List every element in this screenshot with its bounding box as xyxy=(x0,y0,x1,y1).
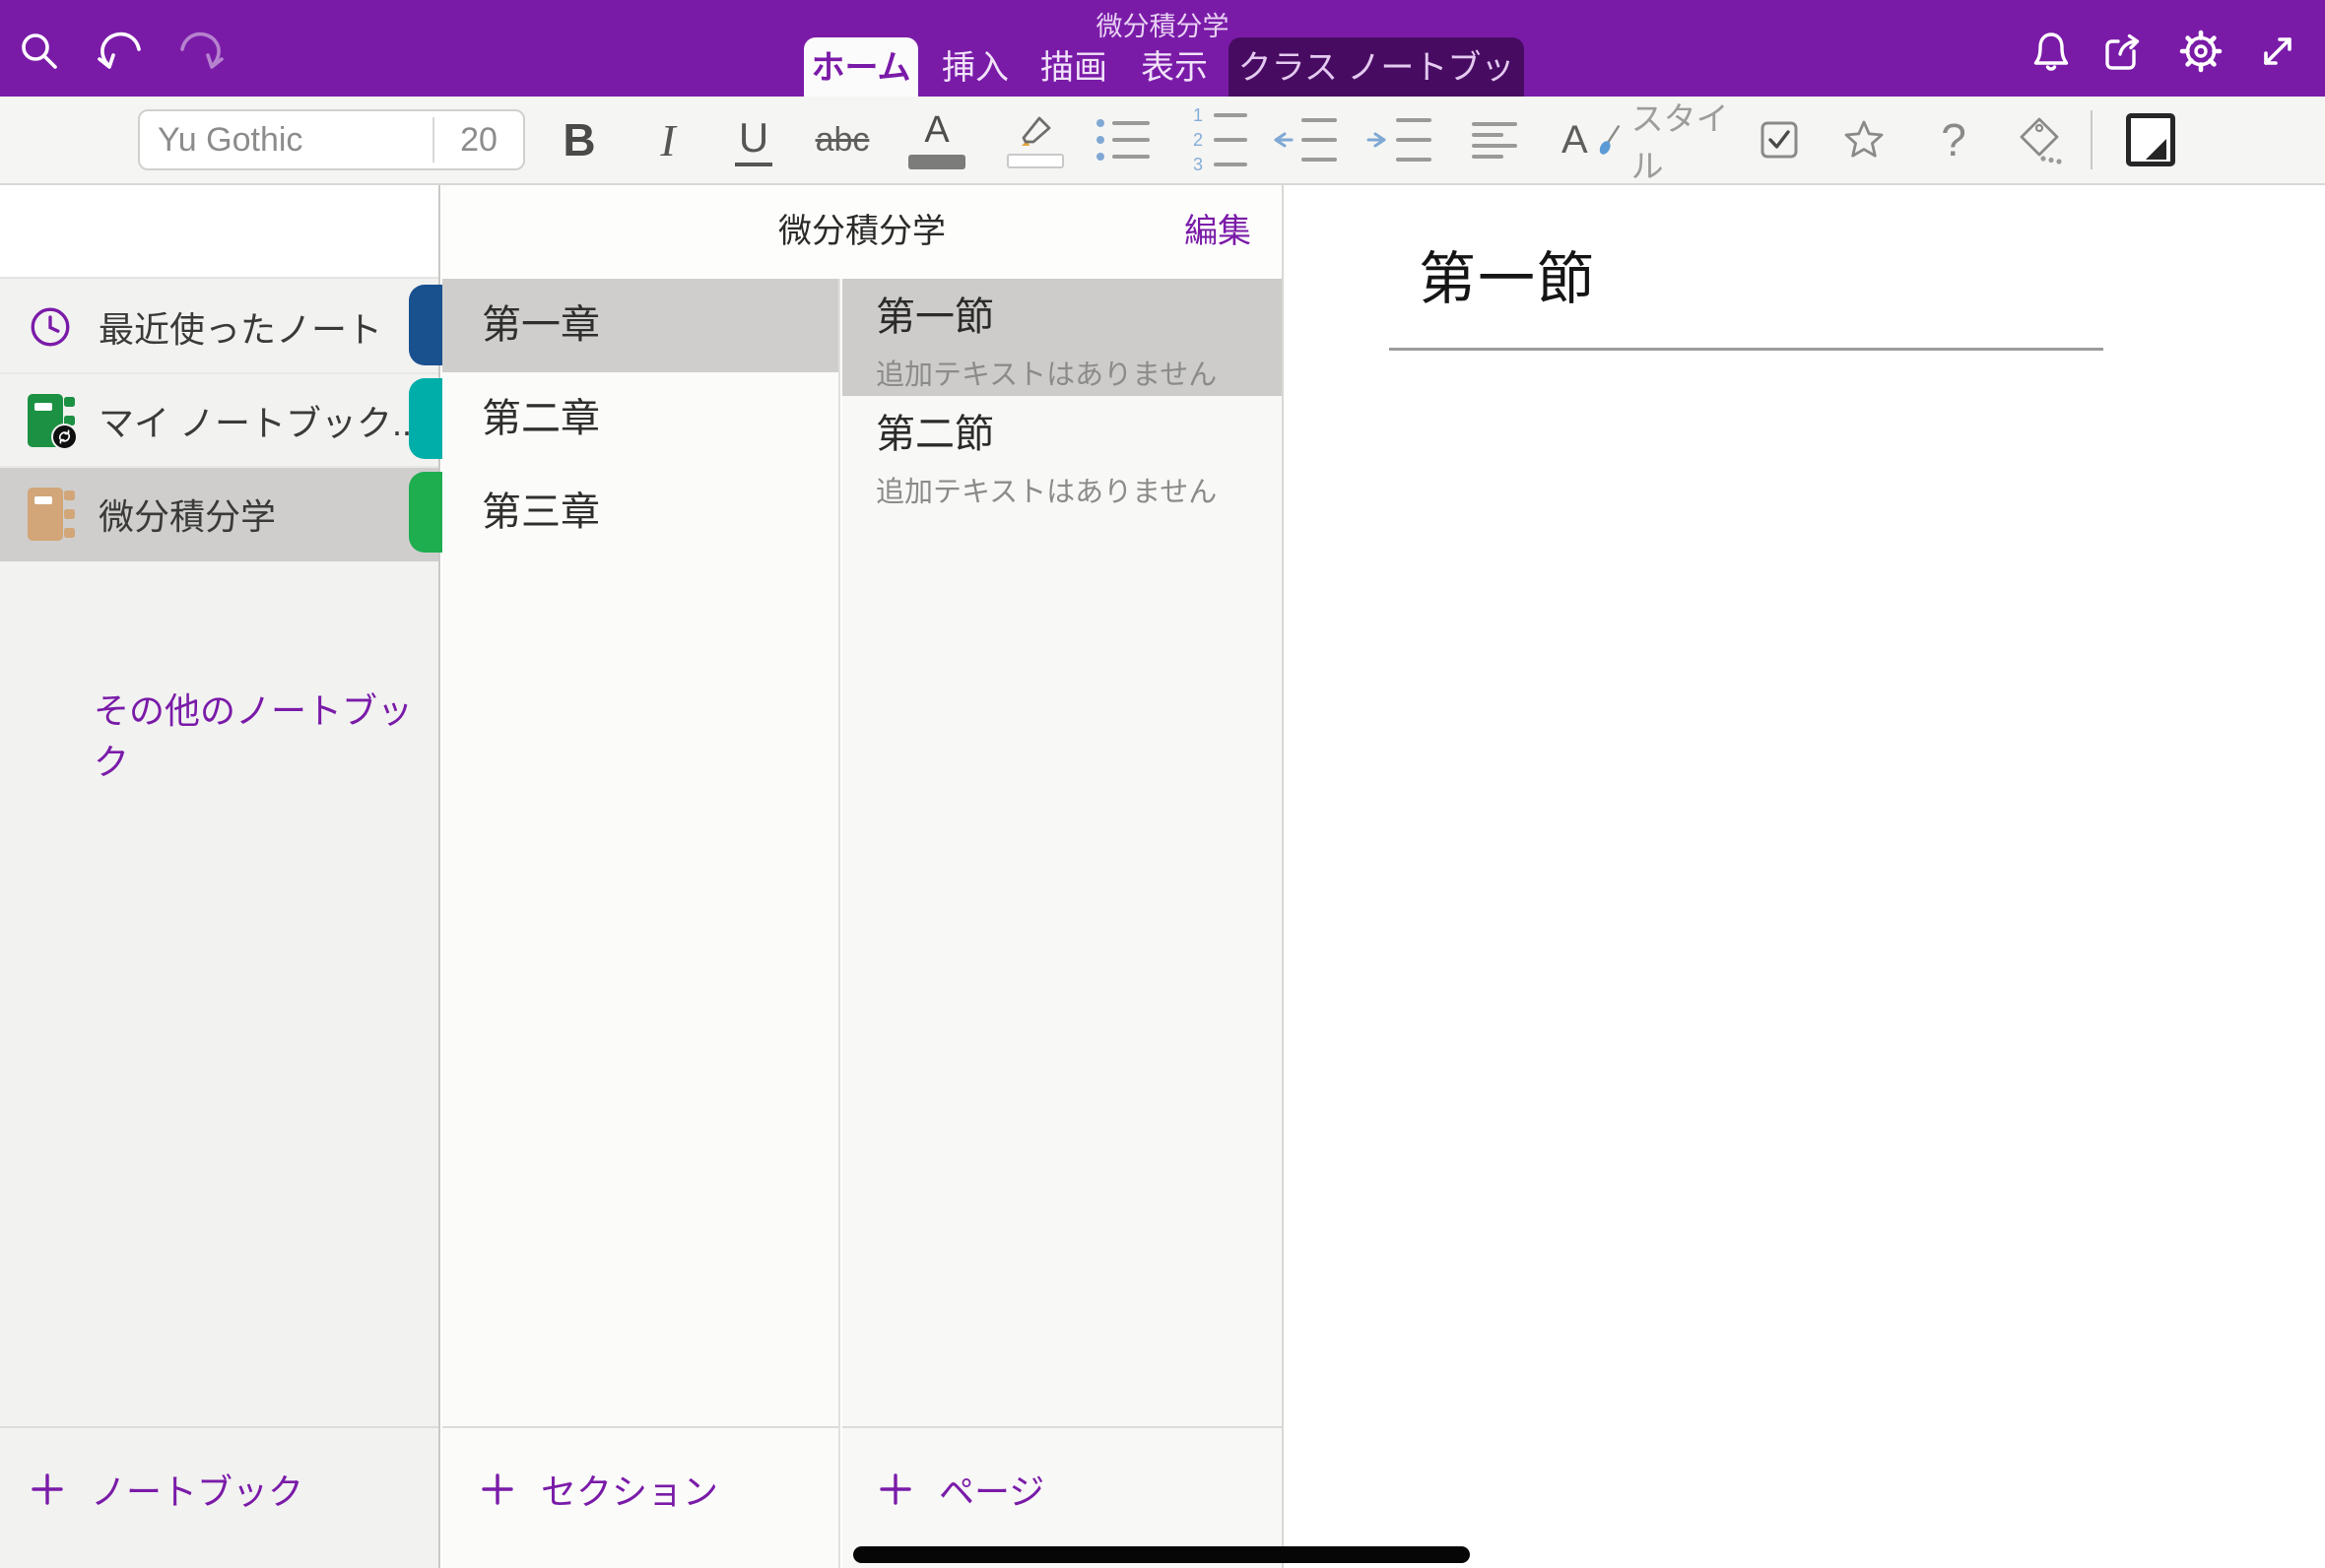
add-page-button[interactable]: ページ xyxy=(878,1464,1044,1515)
page-subtitle: 追加テキストはありません xyxy=(876,352,1282,393)
plus-icon xyxy=(30,1471,65,1507)
format-toolbar: Yu Gothic 20 B I U abc A xyxy=(0,97,2325,185)
question-tag-icon[interactable]: ? xyxy=(1926,97,1981,183)
plus-icon xyxy=(878,1471,913,1507)
section-row-chapter-2[interactable]: 第二章 xyxy=(442,372,838,466)
todo-tag-icon[interactable] xyxy=(1752,97,1807,183)
onenote-app-window: 微分積分学 ホーム 挿入 描画 表示 クラス ノ xyxy=(0,0,2325,1568)
notebook-icon xyxy=(28,394,75,447)
tab-view[interactable]: 表示 xyxy=(1130,37,1219,97)
share-icon[interactable] xyxy=(2096,26,2148,77)
home-indicator-bar[interactable] xyxy=(853,1546,1470,1563)
notebook-panel-title: 微分積分学 xyxy=(442,185,1282,279)
sidebar-item-recent-notes[interactable]: 最近使ったノート xyxy=(0,281,438,374)
content-area: 最近使ったノート xyxy=(0,185,2325,1568)
hide-panels-icon[interactable] xyxy=(2120,97,2181,183)
highlighter-button[interactable] xyxy=(1003,97,1068,183)
sidebar-item-my-notebook[interactable]: マイ ノートブック... xyxy=(0,374,438,468)
tab-insert[interactable]: 挿入 xyxy=(931,37,1020,97)
sidebar-item-label: 微分積分学 xyxy=(99,489,276,540)
important-tag-icon[interactable] xyxy=(1836,97,1892,183)
alignment-icon[interactable] xyxy=(1463,97,1526,183)
notifications-icon[interactable] xyxy=(2026,26,2077,77)
font-color-swatch xyxy=(908,155,965,169)
page-editor-title[interactable]: 第一節 xyxy=(1419,232,1596,315)
page-title: 第一節 xyxy=(876,294,1282,340)
tab-draw[interactable]: 描画 xyxy=(1030,37,1118,97)
numbered-list-icon[interactable]: 1 2 3 xyxy=(1187,97,1250,183)
notebook-icon xyxy=(28,488,75,541)
add-section-label: セクション xyxy=(541,1464,718,1515)
section-row-chapter-1[interactable]: 第一章 xyxy=(442,279,838,372)
tab-home[interactable]: ホーム xyxy=(804,37,918,97)
pages-list: 第一節 追加テキストはありません 第二節 追加テキストはありません ページ xyxy=(842,279,1284,1568)
outdent-icon[interactable] xyxy=(1273,97,1336,183)
sections-list: 第一章 第二章 第三章 セクション xyxy=(442,279,840,1568)
add-notebook-button[interactable]: ノートブック xyxy=(30,1464,303,1515)
page-editor-canvas[interactable]: 第一節 xyxy=(1286,185,2325,1568)
edit-button[interactable]: 編集 xyxy=(1184,185,1251,279)
tab-class-notebook[interactable]: クラス ノートブック xyxy=(1229,37,1524,97)
add-section-button[interactable]: セクション xyxy=(480,1464,718,1515)
page-row-section-2[interactable]: 第二節 追加テキストはありません xyxy=(842,396,1282,513)
section-row-chapter-3[interactable]: 第三章 xyxy=(442,466,838,559)
plus-icon xyxy=(480,1471,515,1507)
page-subtitle: 追加テキストはありません xyxy=(876,469,1282,510)
sidebar-item-calculus-notebook[interactable]: 微分積分学 xyxy=(0,468,438,561)
sidebar-item-label: マイ ノートブック... xyxy=(99,395,422,446)
font-picker[interactable]: Yu Gothic 20 xyxy=(138,109,525,170)
font-name-value[interactable]: Yu Gothic xyxy=(140,111,432,168)
more-tags-icon[interactable] xyxy=(2010,97,2071,183)
add-notebook-label: ノートブック xyxy=(91,1464,303,1515)
settings-icon[interactable] xyxy=(2175,26,2226,77)
notebooks-header xyxy=(0,185,438,279)
page-title: 第二節 xyxy=(876,412,1282,457)
add-page-label: ページ xyxy=(939,1464,1044,1515)
italic-button[interactable]: I xyxy=(640,97,696,183)
notebooks-footer: ノートブック xyxy=(0,1426,438,1568)
clock-icon xyxy=(28,300,75,354)
section-name: 第二章 xyxy=(482,397,600,440)
section-name: 第三章 xyxy=(482,490,600,534)
sections-footer: セクション xyxy=(442,1426,838,1568)
highlight-color-swatch xyxy=(1007,154,1064,168)
sidebar-item-label: 最近使ったノート xyxy=(99,301,382,353)
notebook-panel-header: 微分積分学 編集 xyxy=(442,185,1284,279)
section-color-tab xyxy=(409,472,442,553)
strikethrough-button[interactable]: abc xyxy=(808,97,877,183)
bold-button[interactable]: B xyxy=(552,97,607,183)
page-title-rule xyxy=(1389,348,2103,351)
section-color-tab xyxy=(409,378,442,459)
page-row-section-1[interactable]: 第一節 追加テキストはありません xyxy=(842,279,1282,396)
ribbon-tab-bar: ホーム 挿入 描画 表示 クラス ノートブック xyxy=(0,37,2325,97)
indent-icon[interactable] xyxy=(1367,97,1430,183)
font-color-button[interactable]: A xyxy=(904,97,969,183)
brush-icon xyxy=(1598,119,1622,161)
more-notebooks-link[interactable]: その他のノートブック xyxy=(94,683,438,785)
toolbar-divider xyxy=(2091,110,2092,169)
expand-icon[interactable] xyxy=(2252,26,2303,77)
styles-button[interactable]: A スタイル xyxy=(1561,97,1735,183)
section-name: 第一章 xyxy=(482,303,600,347)
sync-icon xyxy=(51,424,78,450)
top-app-bar: 微分積分学 ホーム 挿入 描画 表示 クラス ノ xyxy=(0,0,2325,97)
notebooks-sidebar: 最近使ったノート xyxy=(0,185,440,1568)
notebooks-list: 最近使ったノート xyxy=(0,281,438,561)
section-color-tab xyxy=(409,285,442,365)
bullet-list-icon[interactable] xyxy=(1092,97,1155,183)
underline-button[interactable]: U xyxy=(726,97,781,183)
font-size-value[interactable]: 20 xyxy=(434,111,523,168)
